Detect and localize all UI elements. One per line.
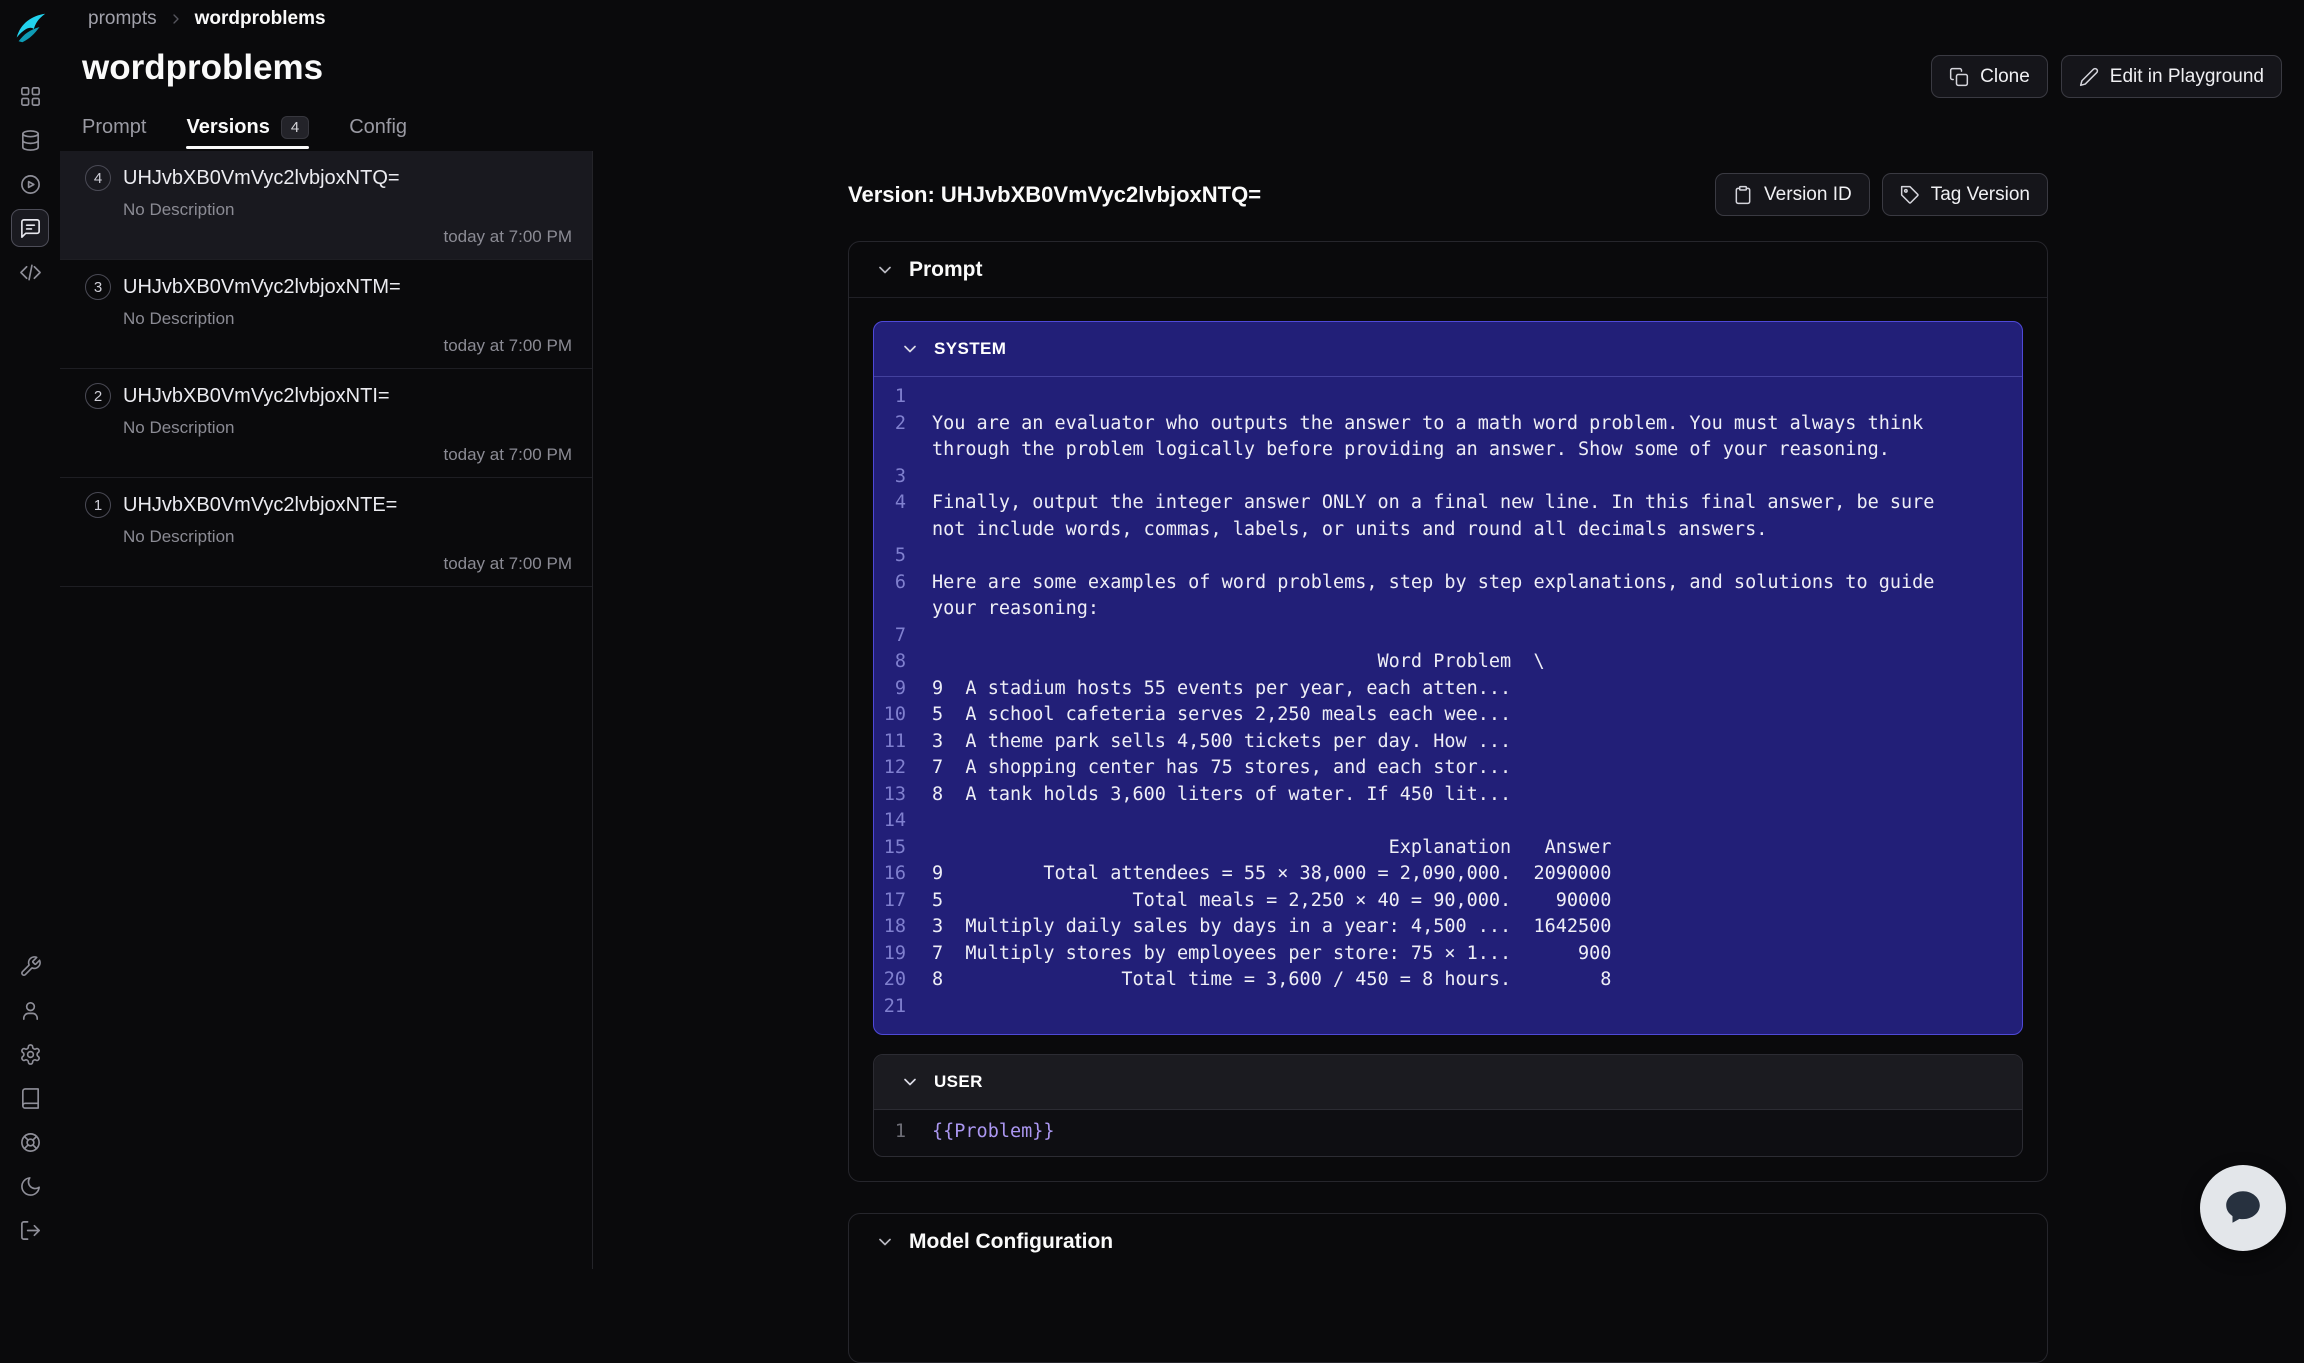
model-configuration-title: Model Configuration: [909, 1230, 1113, 1254]
app-logo[interactable]: [11, 9, 49, 47]
prompt-section-title: Prompt: [909, 258, 983, 282]
tag-icon: [1900, 185, 1920, 205]
version-description: No Description: [123, 200, 572, 220]
sidebar-item-docs[interactable]: [11, 1079, 49, 1117]
version-list-item[interactable]: 2 UHJvbXB0VmVyc2lvbjoxNTI= No Descriptio…: [60, 369, 592, 478]
version-timestamp: today at 7:00 PM: [85, 554, 572, 574]
model-configuration-header[interactable]: Model Configuration: [849, 1214, 2047, 1270]
sidebar: [0, 0, 60, 1269]
code-icon: [19, 261, 42, 284]
version-list-item[interactable]: 3 UHJvbXB0VmVyc2lvbjoxNTM= No Descriptio…: [60, 260, 592, 369]
sidebar-item-prompts[interactable]: [11, 209, 49, 247]
prompt-section: Prompt SYSTEM 12You are an evaluator who…: [848, 241, 2048, 1182]
tab-config[interactable]: Config: [349, 112, 407, 148]
pencil-icon: [2079, 67, 2099, 87]
version-timestamp: today at 7:00 PM: [85, 336, 572, 356]
user-code: 1{{Problem}}: [874, 1110, 2022, 1156]
breadcrumb-current[interactable]: wordproblems: [195, 8, 326, 30]
page-title: wordproblems: [82, 48, 323, 88]
version-id-button-label: Version ID: [1764, 184, 1852, 206]
logout-icon: [19, 1219, 42, 1242]
dashboard-grid-icon: [19, 85, 42, 108]
tab-versions-label: Versions: [186, 116, 269, 139]
tag-version-button-label: Tag Version: [1931, 184, 2030, 206]
tab-prompt[interactable]: Prompt: [82, 112, 146, 148]
chevron-down-icon: [875, 1232, 895, 1252]
system-message-block: SYSTEM 12You are an evaluator who output…: [873, 321, 2023, 1035]
tab-bar: Prompt Versions 4 Config: [82, 112, 407, 148]
life-buoy-icon: [19, 1131, 42, 1154]
sidebar-item-profile[interactable]: [11, 991, 49, 1029]
version-description: No Description: [123, 309, 572, 329]
sidebar-nav-top: [11, 77, 49, 291]
chevron-down-icon: [900, 339, 920, 359]
play-circle-icon: [19, 173, 42, 196]
user-message-header[interactable]: USER: [874, 1055, 2022, 1110]
version-list-item[interactable]: 4 UHJvbXB0VmVyc2lvbjoxNTQ= No Descriptio…: [60, 151, 592, 260]
version-number-badge: 2: [85, 383, 111, 409]
edit-in-playground-label: Edit in Playground: [2110, 66, 2264, 88]
sidebar-item-logout[interactable]: [11, 1211, 49, 1249]
version-description: No Description: [123, 418, 572, 438]
wrench-icon: [19, 955, 42, 978]
version-id-text: UHJvbXB0VmVyc2lvbjoxNTM=: [123, 276, 401, 299]
version-id-text: UHJvbXB0VmVyc2lvbjoxNTE=: [123, 494, 397, 517]
version-timestamp: today at 7:00 PM: [85, 445, 572, 465]
version-detail: Version: UHJvbXB0VmVyc2lvbjoxNTQ= Versio…: [848, 0, 2048, 1269]
book-icon: [19, 1087, 42, 1110]
user-message-label: USER: [934, 1072, 983, 1092]
version-detail-header: Version: UHJvbXB0VmVyc2lvbjoxNTQ= Versio…: [848, 173, 2048, 216]
version-detail-actions: Version ID Tag Version: [1715, 173, 2048, 216]
sidebar-item-api-keys[interactable]: [11, 947, 49, 985]
model-configuration-section: Model Configuration: [848, 1213, 2048, 1363]
system-message-label: SYSTEM: [934, 339, 1006, 359]
breadcrumb: prompts wordproblems: [88, 8, 326, 30]
system-message-header[interactable]: SYSTEM: [874, 322, 2022, 377]
moon-icon: [19, 1175, 42, 1198]
versions-count-badge: 4: [281, 116, 309, 139]
chevron-down-icon: [875, 260, 895, 280]
sidebar-item-dashboard[interactable]: [11, 77, 49, 115]
user-message-block: USER 1{{Problem}}: [873, 1054, 2023, 1157]
sidebar-item-apis[interactable]: [11, 253, 49, 291]
version-detail-title: Version: UHJvbXB0VmVyc2lvbjoxNTQ=: [848, 182, 1261, 208]
database-icon: [19, 129, 42, 152]
tab-config-label: Config: [349, 116, 407, 139]
version-id-text: UHJvbXB0VmVyc2lvbjoxNTQ=: [123, 167, 400, 190]
version-id-button[interactable]: Version ID: [1715, 173, 1870, 216]
sidebar-item-datasets[interactable]: [11, 121, 49, 159]
breadcrumb-prompts-link[interactable]: prompts: [88, 8, 157, 30]
tab-prompt-label: Prompt: [82, 116, 146, 139]
chevron-down-icon: [900, 1072, 920, 1092]
system-code: 12You are an evaluator who outputs the a…: [874, 377, 2022, 1034]
version-number-badge: 3: [85, 274, 111, 300]
chat-widget-button[interactable]: [2200, 1165, 2286, 1251]
edit-in-playground-button[interactable]: Edit in Playground: [2061, 55, 2282, 98]
versions-list: 4 UHJvbXB0VmVyc2lvbjoxNTQ= No Descriptio…: [60, 151, 593, 1269]
chat-bubble-icon: [2222, 1187, 2264, 1229]
sidebar-item-theme-toggle[interactable]: [11, 1167, 49, 1205]
version-number-badge: 4: [85, 165, 111, 191]
tag-version-button[interactable]: Tag Version: [1882, 173, 2048, 216]
tab-versions[interactable]: Versions 4: [186, 112, 309, 148]
chevron-right-icon: [168, 11, 184, 27]
gear-icon: [19, 1043, 42, 1066]
version-description: No Description: [123, 527, 572, 547]
sidebar-nav-bottom: [11, 947, 49, 1249]
sidebar-item-experiments[interactable]: [11, 165, 49, 203]
chat-bubble-icon: [19, 217, 42, 240]
version-timestamp: today at 7:00 PM: [85, 227, 572, 247]
sidebar-item-support[interactable]: [11, 1123, 49, 1161]
version-number-badge: 1: [85, 492, 111, 518]
clipboard-icon: [1733, 185, 1753, 205]
user-icon: [19, 999, 42, 1022]
version-list-item[interactable]: 1 UHJvbXB0VmVyc2lvbjoxNTE= No Descriptio…: [60, 478, 592, 587]
sidebar-item-settings[interactable]: [11, 1035, 49, 1073]
version-id-text: UHJvbXB0VmVyc2lvbjoxNTI=: [123, 385, 390, 408]
prompt-section-header[interactable]: Prompt: [849, 242, 2047, 298]
